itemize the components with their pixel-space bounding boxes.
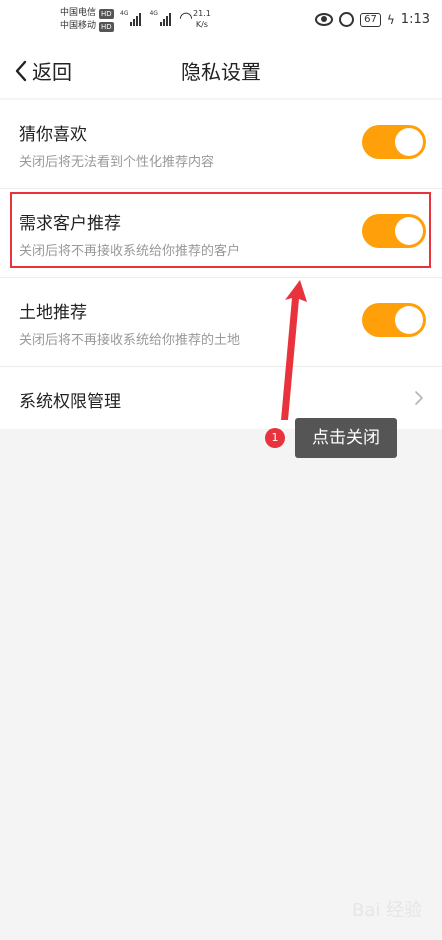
- watermark-logo: Bai 经验: [352, 900, 423, 921]
- toggle-knob: [395, 217, 423, 245]
- page-title: 隐私设置: [181, 60, 261, 84]
- network-speed: 21.1 K/s: [193, 9, 211, 29]
- toggle-knob: [395, 306, 423, 334]
- eye-icon: [315, 13, 334, 26]
- alarm-icon: [339, 12, 355, 27]
- signal-icon: 4G: [120, 10, 142, 26]
- setting-title: 猜你喜欢: [19, 125, 87, 145]
- carrier-2: 中国移动: [60, 21, 97, 31]
- carrier-info: 中国电信 HD 中国移动 HD: [60, 7, 114, 33]
- battery-icon: 67: [360, 12, 381, 27]
- clock: 1:13: [400, 12, 430, 27]
- chevron-right-icon: [415, 391, 423, 405]
- setting-subtitle: 关闭后将不再接收系统给你推荐的土地: [19, 333, 241, 348]
- setting-subtitle: 关闭后将无法看到个性化推荐内容: [19, 155, 215, 170]
- setting-subtitle: 关闭后将不再接收系统给你推荐的客户: [19, 244, 241, 259]
- status-bar: 中国电信 HD 中国移动 HD 4G 4G ◠ 21.1 K/s 67 ϟ 1:…: [0, 0, 442, 44]
- tooltip: 点击关闭: [295, 418, 397, 458]
- nav-bar: 返回 隐私设置: [0, 44, 442, 98]
- signal-icon: 4G: [149, 10, 171, 26]
- hd-badge: HD: [99, 21, 114, 32]
- signal-indicators: 4G 4G ◠: [120, 10, 193, 26]
- setting-guess-you-like: 猜你喜欢 关闭后将无法看到个性化推荐内容: [0, 100, 442, 189]
- setting-title: 需求客户推荐: [19, 214, 121, 234]
- settings-list: 猜你喜欢 关闭后将无法看到个性化推荐内容 需求客户推荐 关闭后将不再接收系统给你…: [0, 100, 442, 429]
- setting-land-recommend: 土地推荐 关闭后将不再接收系统给你推荐的土地: [0, 278, 442, 367]
- toggle-customer-recommend[interactable]: [362, 214, 426, 248]
- toggle-guess-you-like[interactable]: [362, 125, 426, 159]
- step-badge: 1: [265, 428, 285, 448]
- carrier-1: 中国电信: [60, 8, 97, 18]
- charging-icon: ϟ: [386, 12, 395, 27]
- toggle-knob: [395, 128, 423, 156]
- status-right-group: 67 ϟ 1:13: [315, 12, 430, 27]
- setting-title: 土地推荐: [19, 303, 87, 323]
- toggle-land-recommend[interactable]: [362, 303, 426, 337]
- hd-badge: HD: [99, 8, 114, 19]
- wifi-icon: ◠: [178, 8, 193, 27]
- setting-customer-recommend: 需求客户推荐 关闭后将不再接收系统给你推荐的客户: [0, 189, 442, 278]
- permissions-label: 系统权限管理: [19, 392, 121, 412]
